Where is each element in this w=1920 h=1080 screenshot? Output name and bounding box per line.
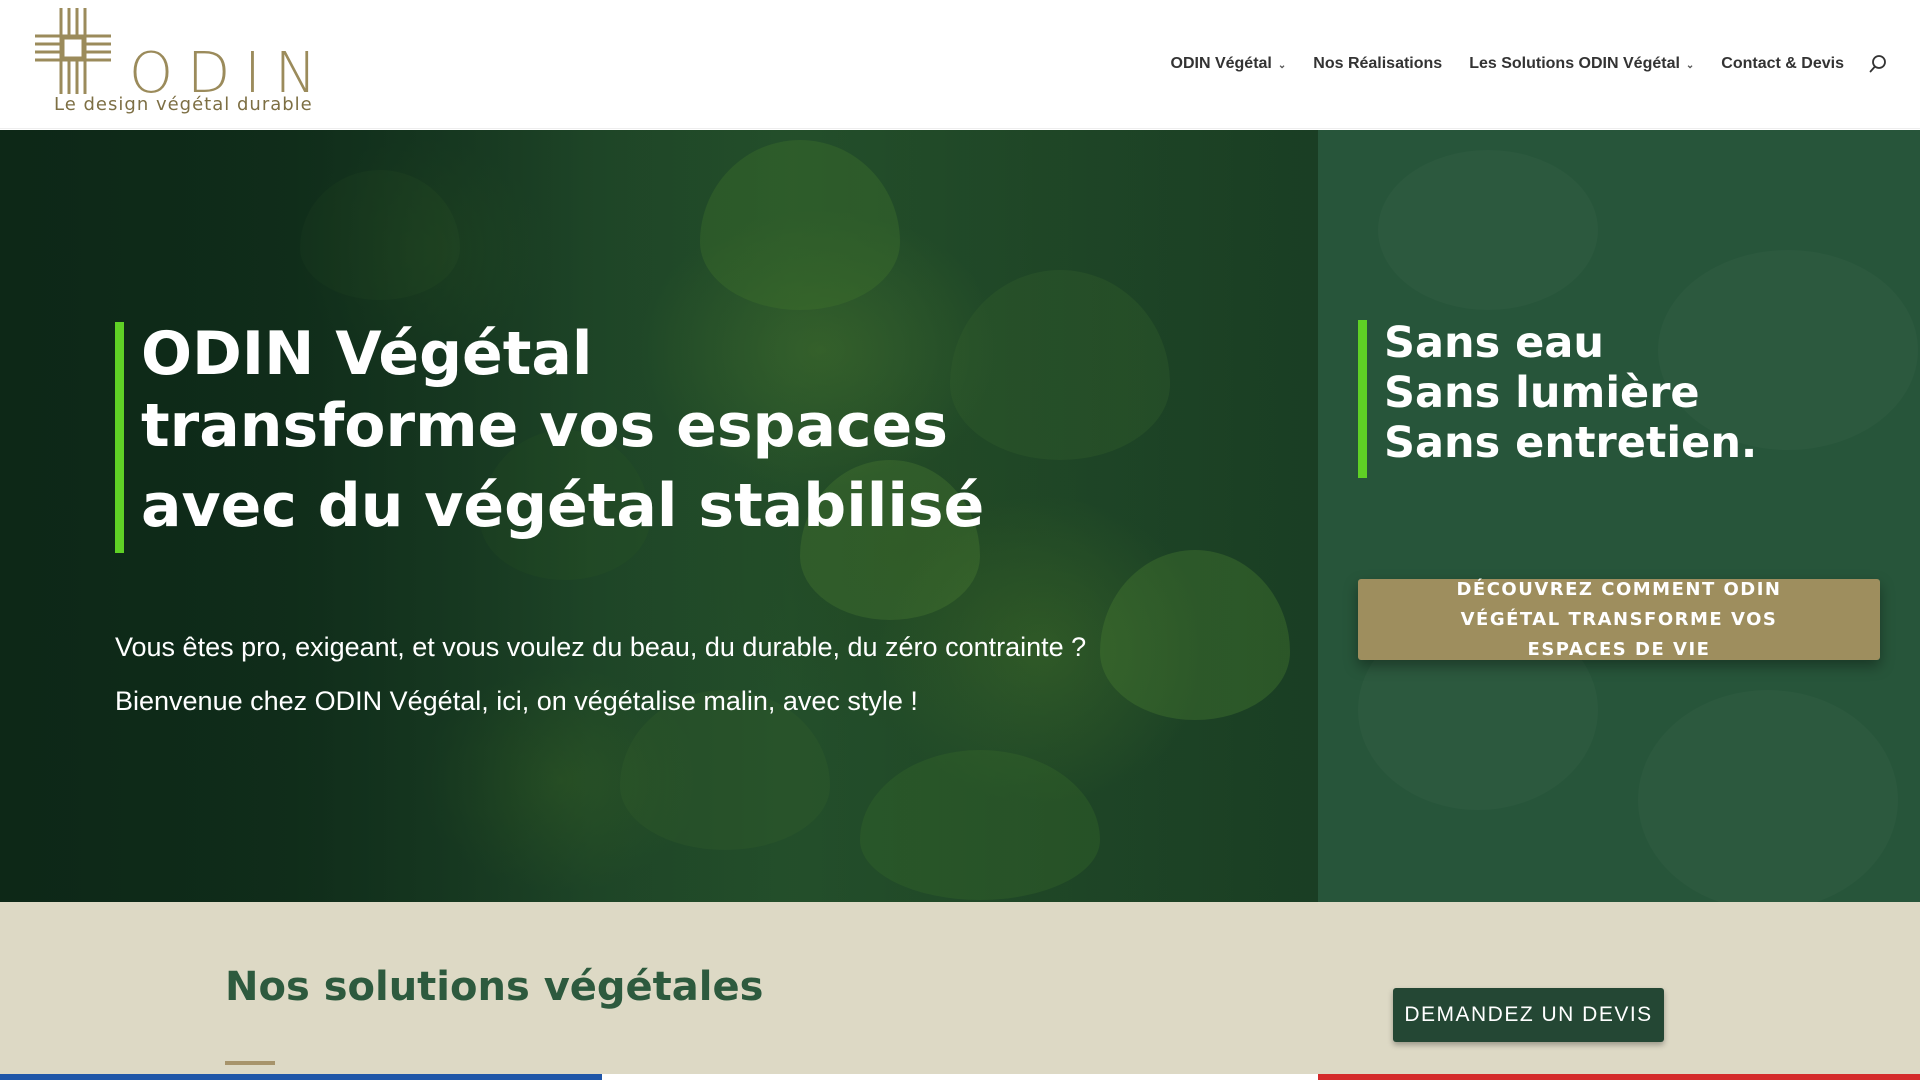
chevron-down-icon: ⌄ bbox=[1277, 59, 1287, 71]
benefit-line: Sans lumière bbox=[1384, 368, 1700, 418]
logo[interactable]: ODIN Le design végétal durable bbox=[33, 6, 317, 122]
hero-title: ODIN Végétal transforme vos espaces avec… bbox=[141, 318, 1101, 542]
flag-stripe-white bbox=[602, 1074, 1318, 1080]
main-nav: ODIN Végétal ⌄ Nos Réalisations Les Solu… bbox=[1144, 54, 1888, 74]
hero-paragraph: Vous êtes pro, exigeant, et vous voulez … bbox=[115, 632, 1087, 662]
hero-title-line: avec du végétal stabilisé bbox=[141, 471, 985, 541]
nav-item-odin-vegetal[interactable]: ODIN Végétal ⌄ bbox=[1171, 55, 1287, 73]
chevron-down-icon: ⌄ bbox=[1685, 59, 1695, 71]
hero-side-panel bbox=[1318, 130, 1920, 902]
side-title-accent bbox=[1358, 320, 1367, 478]
section-title: Nos solutions végétales bbox=[225, 964, 764, 1010]
nav-item-label: Nos Réalisations bbox=[1313, 55, 1443, 72]
cross-lattice-icon bbox=[35, 8, 111, 94]
nav-item-label: ODIN Végétal bbox=[1170, 55, 1272, 72]
site-header: ODIN Le design végétal durable ODIN Végé… bbox=[0, 0, 1920, 129]
nav-item-solutions[interactable]: Les Solutions ODIN Végétal ⌄ bbox=[1469, 55, 1694, 73]
hero-intro: Vous êtes pro, exigeant, et vous voulez … bbox=[115, 620, 1265, 728]
flag-stripe-blue bbox=[0, 1074, 602, 1080]
hero-paragraph: Bienvenue chez ODIN Végétal, ici, on vég… bbox=[115, 686, 918, 716]
discover-button[interactable]: DÉCOUVREZ COMMENT ODIN VÉGÉTAL TRANSFORM… bbox=[1358, 579, 1880, 660]
section-title-underline bbox=[225, 1061, 275, 1065]
hero-title-line: transforme vos espaces bbox=[141, 391, 948, 461]
nav-item-label: Contact & Devis bbox=[1721, 55, 1844, 72]
nav-item-contact[interactable]: Contact & Devis bbox=[1721, 55, 1844, 73]
side-benefits: Sans eau Sans lumière Sans entretien. bbox=[1384, 318, 1757, 468]
search-icon[interactable] bbox=[1868, 54, 1888, 74]
nav-item-label: Les Solutions ODIN Végétal bbox=[1469, 55, 1680, 72]
benefit-line: Sans eau bbox=[1384, 318, 1604, 368]
flag-stripe-red bbox=[1318, 1074, 1920, 1080]
hero-title-line: ODIN Végétal bbox=[141, 319, 593, 389]
nav-item-realisations[interactable]: Nos Réalisations bbox=[1313, 55, 1442, 73]
logo-tagline: Le design végétal durable bbox=[54, 94, 313, 115]
quote-button[interactable]: DEMANDEZ UN DEVIS bbox=[1393, 988, 1664, 1042]
quote-button-label: DEMANDEZ UN DEVIS bbox=[1404, 1003, 1653, 1026]
hero-title-accent bbox=[115, 322, 124, 553]
discover-button-label: DÉCOUVREZ COMMENT ODIN VÉGÉTAL TRANSFORM… bbox=[1456, 578, 1782, 660]
benefit-line: Sans entretien. bbox=[1384, 418, 1758, 468]
